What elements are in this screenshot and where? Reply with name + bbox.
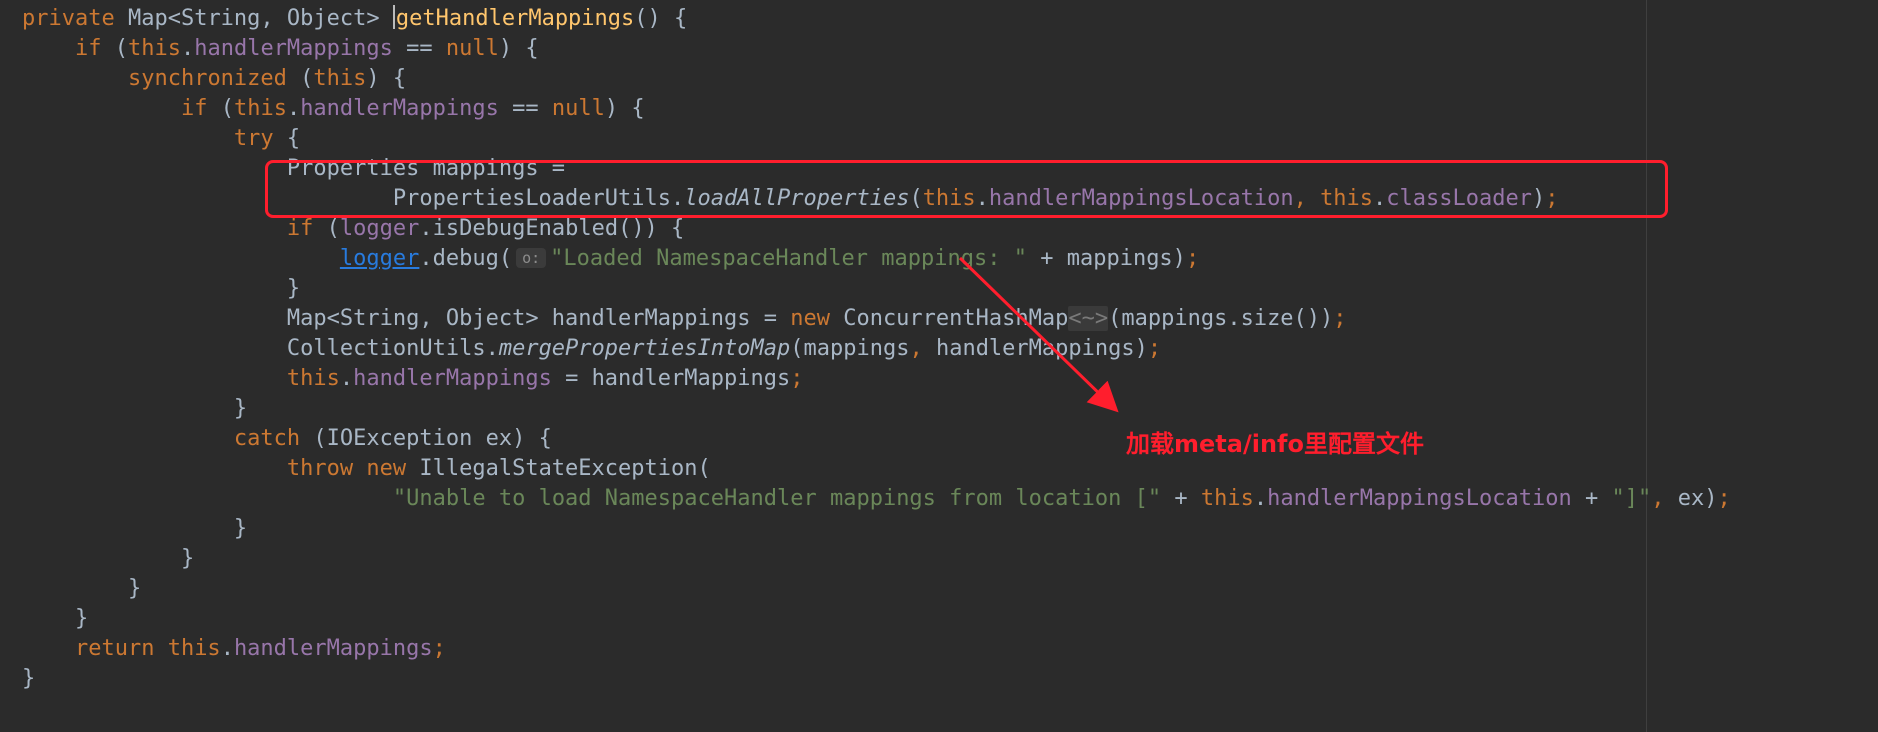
annotation-label: 加载meta/info里配置文件 [1126,430,1424,458]
arrow-annotation [958,256,1119,413]
code-editor[interactable]: private Map<String, Object> getHandlerMa… [0,0,1878,732]
